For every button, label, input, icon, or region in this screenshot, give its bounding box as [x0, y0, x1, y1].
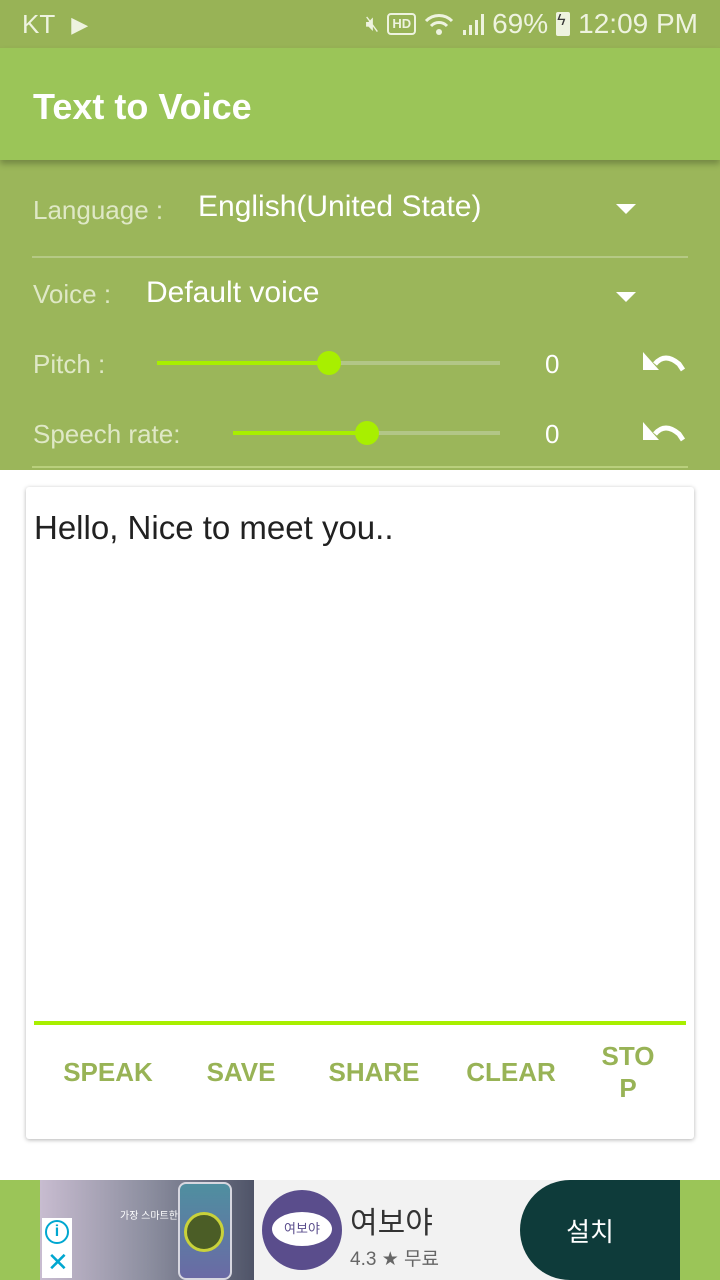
speech-rate-reset-icon[interactable] [641, 418, 685, 448]
speak-button[interactable]: SPEAK [50, 1039, 166, 1105]
pitch-reset-icon[interactable] [641, 348, 685, 378]
status-bar: KT ▶ 🔇︎ HD 69% 12:09 PM [0, 0, 720, 48]
carrier-label: KT [22, 9, 56, 39]
input-underline [34, 1021, 686, 1025]
speech-rate-slider[interactable] [233, 421, 500, 445]
hd-icon: HD [387, 13, 417, 35]
mute-icon: 🔇︎ [365, 11, 380, 36]
app-bar: Text to Voice [0, 48, 720, 160]
text-input[interactable]: Hello, Nice to meet you.. [34, 509, 684, 979]
chevron-down-icon [616, 292, 636, 302]
signal-icon [462, 12, 485, 36]
pitch-slider[interactable] [157, 351, 500, 375]
divider [32, 466, 688, 468]
save-button[interactable]: SAVE [186, 1039, 296, 1105]
ad-app-name: 여보야 [350, 1207, 433, 1240]
language-label: Language : [33, 195, 164, 225]
ad-choices[interactable]: i ✕ [42, 1218, 72, 1278]
clear-button[interactable]: CLEAR [456, 1039, 566, 1105]
install-button[interactable]: 설치 [520, 1180, 680, 1280]
ad-image[interactable]: 가장 스마트한 결혼중개앱 [40, 1180, 254, 1280]
chevron-down-icon [616, 204, 636, 214]
pitch-slider-thumb[interactable] [316, 351, 341, 375]
ad-app-icon: 여보야 [262, 1190, 342, 1270]
speech-rate-value: 0 [545, 419, 560, 449]
pitch-value: 0 [545, 349, 560, 379]
voice-dropdown[interactable]: Default voice [140, 264, 680, 328]
speech-rate-label: Speech rate: [33, 419, 181, 449]
play-store-icon: ▶ [71, 11, 89, 37]
share-button[interactable]: SHARE [318, 1039, 430, 1105]
language-dropdown[interactable]: English(United State) [190, 180, 680, 244]
ad-content[interactable]: 가장 스마트한 결혼중개앱 i ✕ 여보야 여보야 4.3 ★ 무료 설치 [40, 1180, 680, 1280]
ad-app-icon-text: 여보야 [272, 1212, 332, 1246]
ad-banner[interactable]: 가장 스마트한 결혼중개앱 i ✕ 여보야 여보야 4.3 ★ 무료 설치 [0, 1180, 720, 1280]
battery-percent: 69% [492, 8, 549, 39]
pitch-slider-fill [157, 361, 329, 365]
ad-logo-image [184, 1212, 224, 1252]
app-title: Text to Voice [33, 86, 252, 127]
voice-label: Voice : [33, 279, 112, 309]
wifi-icon [424, 12, 454, 36]
close-icon[interactable]: ✕ [47, 1248, 69, 1276]
info-icon[interactable]: i [45, 1220, 69, 1244]
pitch-label: Pitch : [33, 349, 106, 379]
speech-rate-slider-fill [233, 431, 367, 435]
settings-panel: Language : English(United State) Voice :… [0, 160, 720, 470]
speech-rate-slider-thumb[interactable] [354, 421, 379, 445]
battery-icon [556, 12, 571, 36]
voice-value: Default voice [146, 276, 320, 309]
ad-rating: 4.3 ★ 무료 [350, 1249, 439, 1270]
divider [32, 256, 688, 258]
clock: 12:09 PM [578, 8, 698, 39]
language-value: English(United State) [198, 190, 482, 223]
editor-card: Hello, Nice to meet you.. SPEAK SAVE SHA… [26, 487, 694, 1139]
stop-button[interactable]: STOP [596, 1039, 660, 1105]
